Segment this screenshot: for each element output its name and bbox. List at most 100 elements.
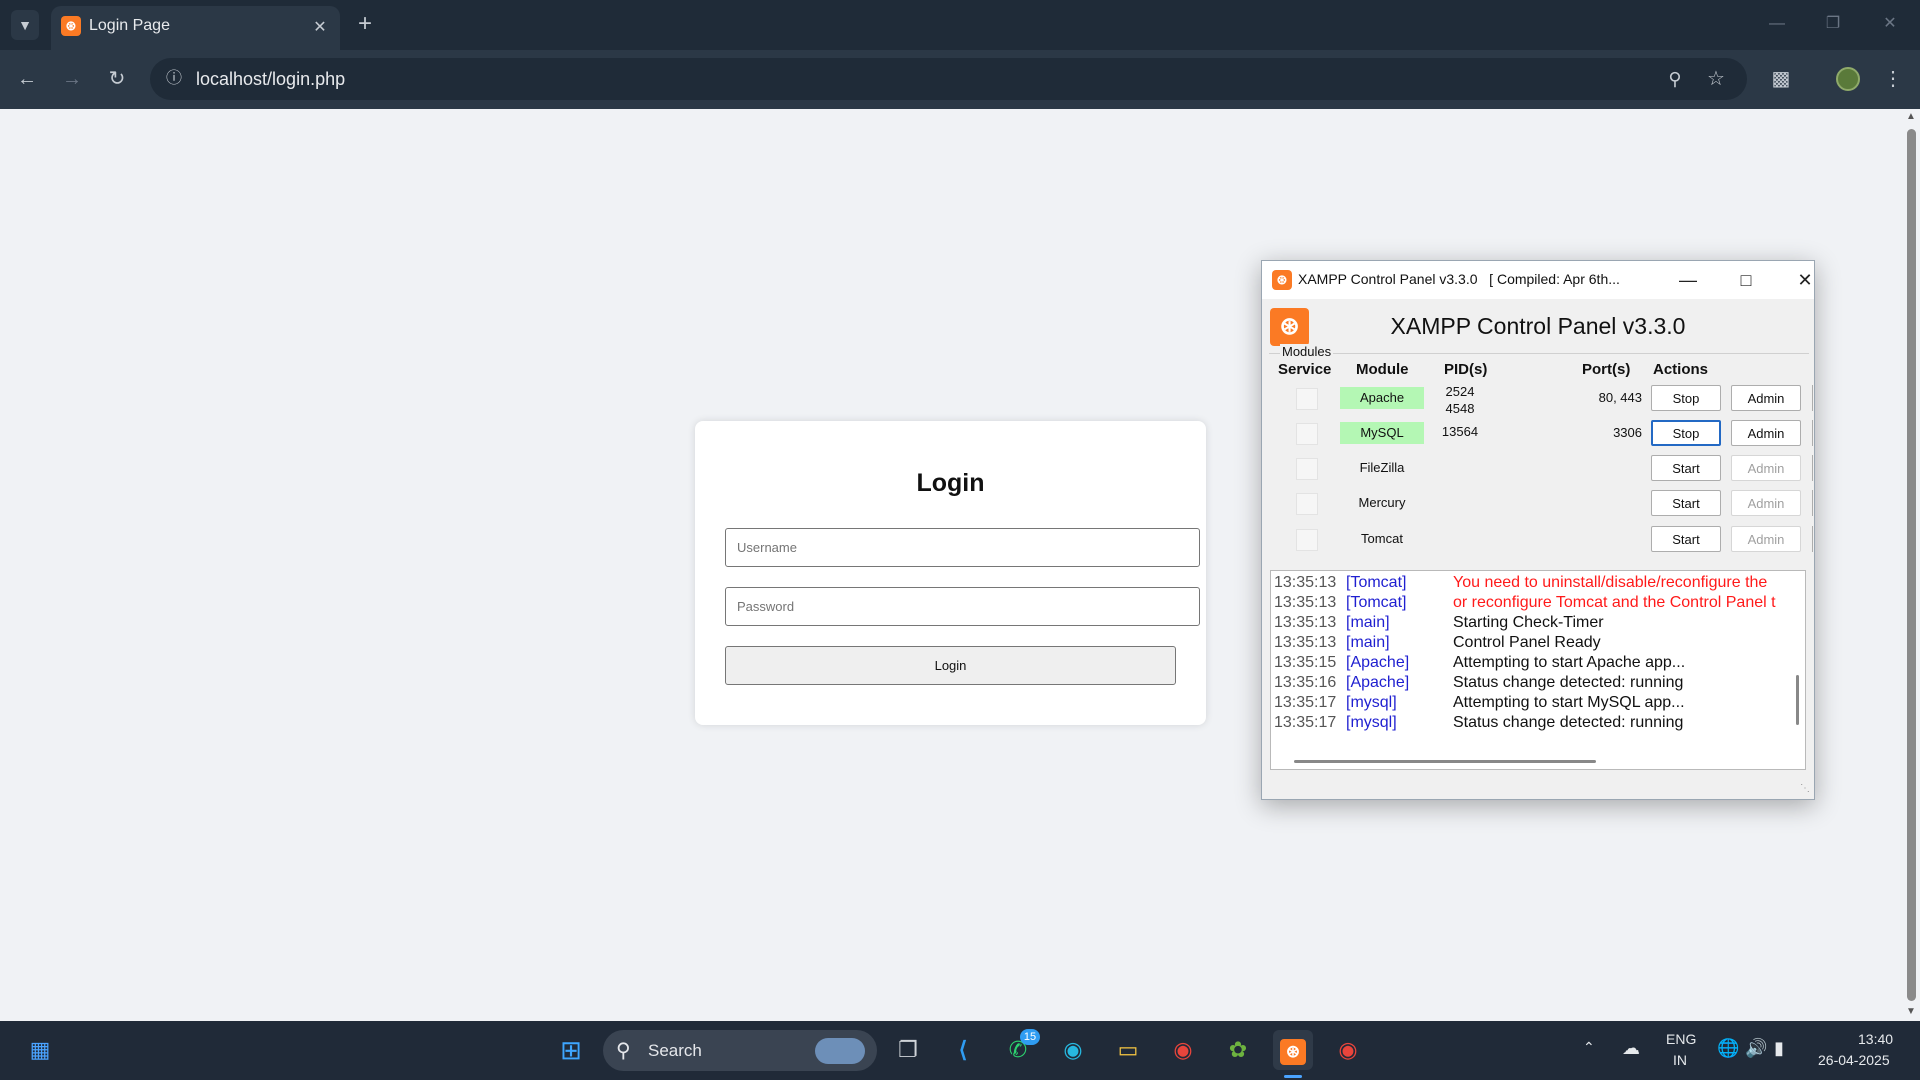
region-label[interactable]: IN [1673, 1052, 1687, 1068]
onedrive-icon[interactable]: ☁ [1622, 1038, 1640, 1059]
login-title: Login [916, 469, 985, 497]
config-button-edge[interactable] [1812, 490, 1816, 516]
maximize-icon[interactable]: □ [1726, 267, 1766, 293]
clock-date[interactable]: 26-04-2025 [1818, 1052, 1890, 1068]
log-horizontal-scrollbar[interactable] [1271, 753, 1791, 769]
config-button-edge[interactable] [1812, 385, 1816, 411]
modules-group-line [1269, 353, 1809, 354]
task-view-icon[interactable]: ❐ [888, 1030, 928, 1070]
address-bar[interactable]: ⓘ localhost/login.php ⚲ ☆ [150, 58, 1747, 100]
bookmark-star-icon[interactable]: ☆ [1702, 67, 1730, 91]
mysql-admin-button[interactable]: Admin [1731, 420, 1801, 446]
chrome-icon[interactable]: ◉ [1163, 1030, 1203, 1070]
url-text[interactable]: localhost/login.php [196, 69, 345, 90]
username-input[interactable] [725, 528, 1200, 567]
menu-icon[interactable]: ⋮ [1879, 67, 1907, 91]
pid-value: 13564 [1441, 424, 1479, 439]
zoom-icon[interactable]: ⚲ [1661, 67, 1689, 91]
clock-time[interactable]: 13:40 [1858, 1031, 1893, 1047]
xampp-titlebar[interactable]: ⊛ XAMPP Control Panel v3.3.0 [ Compiled:… [1262, 261, 1814, 299]
scroll-up-arrow-icon[interactable]: ▲ [1906, 111, 1916, 122]
xampp-window-title: XAMPP Control Panel v3.3.0 [ Compiled: A… [1298, 271, 1620, 287]
new-tab-icon[interactable]: + [351, 12, 379, 36]
search-label: Search [648, 1041, 702, 1060]
mysql-stop-button[interactable]: Stop [1651, 420, 1721, 446]
mercury-start-button[interactable]: Start [1651, 490, 1721, 516]
tomcat-admin-button: Admin [1731, 526, 1801, 552]
apache-admin-button[interactable]: Admin [1731, 385, 1801, 411]
tab-search-icon[interactable]: ▼ [11, 10, 39, 40]
windows-taskbar: ▦ ⊞ ⚲ Search ❐ ⟨ ✆ 15 ◉ ▭ ◉ ✿ ⊛ ◉ ⌃ ☁ EN… [0, 1021, 1920, 1080]
tomcat-start-button[interactable]: Start [1651, 526, 1721, 552]
xampp-log-panel[interactable]: 13:35:13 [Tomcat] You need to uninstall/di… [1270, 570, 1806, 770]
site-info-icon[interactable]: ⓘ [160, 67, 188, 91]
service-checkbox[interactable] [1296, 458, 1318, 480]
show-hidden-icons-icon[interactable]: ⌃ [1583, 1039, 1595, 1056]
service-checkbox[interactable] [1296, 493, 1318, 515]
module-name: MySQL [1340, 422, 1424, 444]
chrome-profile-icon[interactable]: ◉ [1328, 1030, 1368, 1070]
xampp-favicon: ⊛ [61, 16, 81, 36]
module-row-filezilla: FileZilla Start Admin [1262, 452, 1814, 486]
vscode-icon[interactable]: ⟨ [943, 1030, 983, 1070]
log-vertical-scrollbar[interactable] [1791, 571, 1805, 751]
close-window-icon[interactable]: ✕ [1876, 12, 1904, 36]
module-name: Mercury [1358, 495, 1406, 510]
tab-title: Login Page [89, 17, 170, 34]
service-checkbox[interactable] [1296, 388, 1318, 410]
file-explorer-icon[interactable]: ▭ [1108, 1030, 1148, 1070]
filezilla-start-button[interactable]: Start [1651, 455, 1721, 481]
scroll-down-arrow-icon[interactable]: ▼ [1906, 1006, 1916, 1017]
service-checkbox[interactable] [1296, 423, 1318, 445]
whatsapp-badge: 15 [1020, 1029, 1040, 1045]
header-pids: PID(s) [1444, 361, 1488, 378]
reload-icon[interactable]: ↻ [103, 67, 131, 91]
back-icon[interactable]: ← [13, 67, 41, 91]
volume-icon[interactable]: 🔊 [1745, 1038, 1767, 1059]
log-horizontal-thumb[interactable] [1294, 760, 1596, 763]
minimize-icon[interactable]: — [1668, 267, 1708, 293]
header-actions: Actions [1653, 361, 1709, 378]
start-button-icon[interactable]: ⊞ [551, 1030, 591, 1070]
config-button-edge[interactable] [1812, 420, 1816, 446]
xampp-title-icon: ⊛ [1272, 270, 1292, 290]
network-icon[interactable]: 🌐 [1717, 1038, 1739, 1059]
header-module: Module [1356, 361, 1409, 378]
header-service: Service [1278, 361, 1332, 378]
config-button-edge[interactable] [1812, 455, 1816, 481]
scroll-thumb[interactable] [1907, 129, 1916, 1001]
active-app-indicator [1284, 1075, 1302, 1078]
forward-icon[interactable]: → [58, 67, 86, 91]
log-vertical-thumb[interactable] [1796, 675, 1799, 725]
xampp-taskbar-icon[interactable]: ⊛ [1273, 1030, 1313, 1070]
taskbar-search[interactable]: ⚲ Search [603, 1030, 877, 1071]
xampp-control-panel-window: ⊛ XAMPP Control Panel v3.3.0 [ Compiled:… [1261, 260, 1815, 800]
module-name: Tomcat [1361, 531, 1403, 546]
port-value: 3306 [1613, 425, 1642, 440]
minimize-icon[interactable]: — [1763, 12, 1791, 36]
apache-stop-button[interactable]: Stop [1651, 385, 1721, 411]
profile-avatar[interactable] [1836, 67, 1860, 91]
password-input[interactable] [725, 587, 1200, 626]
battery-icon[interactable]: ▮ [1774, 1038, 1784, 1059]
resize-grip-icon[interactable]: ⋱ [1800, 783, 1810, 794]
browser-tab[interactable]: ⊛ Login Page ✕ [51, 6, 340, 50]
service-checkbox[interactable] [1296, 529, 1318, 551]
extensions-icon[interactable]: ▩ [1767, 67, 1795, 91]
restore-icon[interactable]: ❐ [1819, 12, 1847, 36]
search-icon: ⚲ [616, 1040, 631, 1062]
login-button[interactable]: Login [725, 646, 1176, 685]
spring-tool-icon[interactable]: ✿ [1218, 1030, 1258, 1070]
config-button-edge[interactable] [1812, 526, 1816, 552]
language-label[interactable]: ENG [1666, 1031, 1696, 1047]
module-row-mysql: MySQL 13564 3306 Stop Admin [1262, 417, 1814, 451]
pid-value: 4548 [1445, 401, 1475, 416]
page-scrollbar[interactable]: ▲ ▼ [1902, 109, 1920, 1021]
edge-icon[interactable]: ◉ [1053, 1030, 1093, 1070]
module-row-mercury: Mercury Start Admin [1262, 487, 1814, 521]
xampp-heading: XAMPP Control Panel v3.3.0 [1390, 313, 1686, 339]
close-icon[interactable]: ✕ [1785, 267, 1825, 293]
widgets-icon[interactable]: ▦ [20, 1030, 60, 1070]
close-icon[interactable]: ✕ [306, 16, 334, 40]
module-name: Apache [1340, 387, 1424, 409]
